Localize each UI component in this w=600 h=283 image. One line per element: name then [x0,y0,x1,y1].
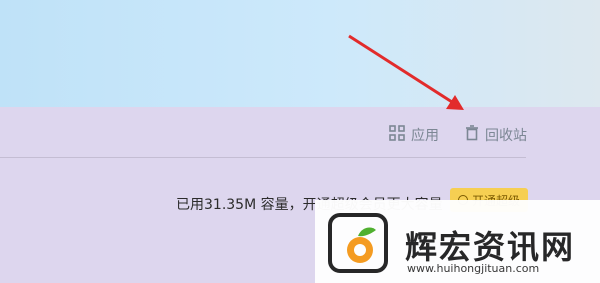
watermark-url: www.huihongjituan.com [407,262,540,275]
watermark-overlay: 辉宏资讯网 www.huihongjituan.com [315,200,600,283]
watermark-logo-icon [328,213,388,273]
